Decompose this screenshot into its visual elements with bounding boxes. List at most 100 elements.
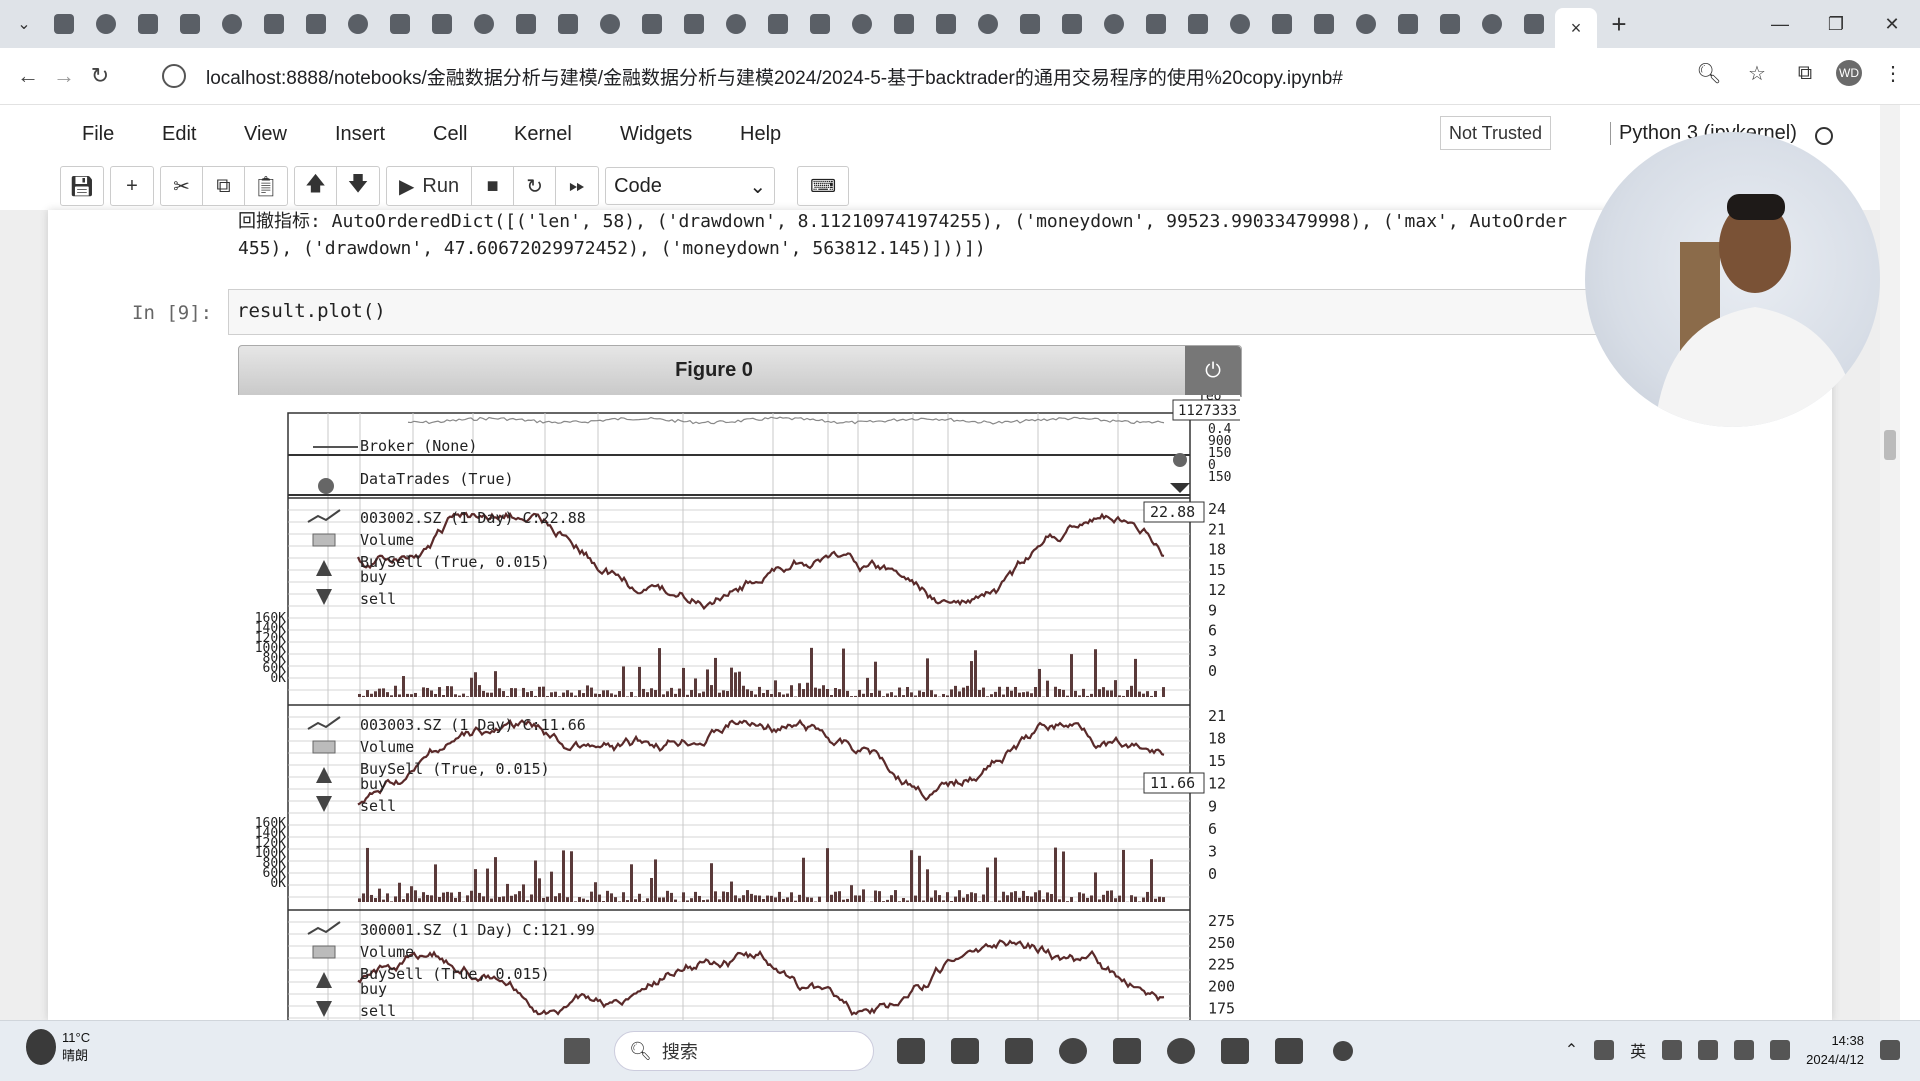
tab-flower-icon[interactable] — [757, 8, 799, 40]
page-scrollbar-thumb[interactable] — [1884, 430, 1896, 460]
tab-github-icon[interactable] — [1009, 8, 1051, 40]
tab-loop-icon[interactable] — [1303, 8, 1345, 40]
file-explorer-icon[interactable] — [997, 1029, 1041, 1073]
tab-cloud-icon[interactable] — [463, 8, 505, 40]
wps-icon[interactable] — [1267, 1029, 1311, 1073]
extensions-puzzle-icon[interactable]: ⧉ — [1788, 56, 1822, 90]
tab-github-icon[interactable] — [799, 8, 841, 40]
menu-help[interactable]: Help — [740, 123, 781, 146]
tab-github-icon[interactable] — [169, 8, 211, 40]
app-icon[interactable] — [1159, 1029, 1203, 1073]
page-scrollbar[interactable] — [1880, 105, 1900, 1020]
reload-icon[interactable]: ↻ — [82, 63, 118, 89]
tab-globe-icon[interactable] — [673, 8, 715, 40]
notification-icon[interactable] — [1880, 1040, 1900, 1060]
tab-github-icon[interactable] — [841, 8, 883, 40]
site-info-icon[interactable] — [162, 64, 186, 88]
tab-bilibili-icon[interactable] — [43, 8, 85, 40]
tab-book-icon[interactable] — [1429, 8, 1471, 40]
menu-edit[interactable]: Edit — [162, 123, 196, 146]
tab-notion-icon[interactable] — [211, 8, 253, 40]
restart-icon[interactable]: ↻ — [514, 167, 556, 205]
tab-simplified-icon[interactable] — [1261, 8, 1303, 40]
terminal-icon[interactable] — [943, 1029, 987, 1073]
menu-widgets[interactable]: Widgets — [620, 123, 692, 146]
tab-message-icon[interactable] — [421, 8, 463, 40]
taskbar-search[interactable]: 🔍︎搜索 — [614, 1031, 874, 1071]
menu-insert[interactable]: Insert — [335, 123, 385, 146]
minimize-button[interactable]: — — [1752, 0, 1808, 48]
forward-arrow-icon[interactable]: → — [46, 63, 82, 89]
keyboard-shortcuts-icon[interactable]: ⌨ — [797, 166, 849, 206]
paste-clipboard-icon[interactable]: 📋︎ — [245, 167, 287, 205]
tab-github-icon[interactable] — [379, 8, 421, 40]
chrome-icon[interactable] — [1051, 1029, 1095, 1073]
menu-file[interactable]: File — [82, 123, 114, 146]
tab-circle-icon[interactable] — [127, 8, 169, 40]
tab-disc-icon[interactable] — [883, 8, 925, 40]
save-icon[interactable]: 💾︎ — [61, 167, 103, 205]
tab-book-icon[interactable] — [1387, 8, 1429, 40]
tab-book-icon[interactable] — [589, 8, 631, 40]
active-tab[interactable]: × — [1555, 8, 1597, 48]
move-down-arrow-icon[interactable]: 🡇 — [337, 167, 379, 205]
zoom-icon[interactable]: 🔍︎ — [1692, 56, 1726, 90]
tab-media2-icon[interactable] — [295, 8, 337, 40]
wifi-icon[interactable] — [1698, 1040, 1718, 1060]
tab-zhihu-icon[interactable] — [967, 8, 1009, 40]
battery-icon[interactable] — [1770, 1040, 1790, 1060]
tab-media-icon[interactable] — [253, 8, 295, 40]
app-icon[interactable] — [1213, 1029, 1257, 1073]
power-stop-icon[interactable]: ⏻ — [1185, 346, 1241, 396]
weather-widget[interactable]: 11°C晴朗 — [26, 1029, 90, 1065]
url-text[interactable]: localhost:8888/notebooks/金融数据分析与建模/金融数据分… — [206, 63, 1343, 90]
profile-avatar[interactable]: WD — [1836, 60, 1862, 86]
close-window-button[interactable]: ✕ — [1864, 0, 1920, 48]
cell-type-select[interactable]: Code⌄ — [605, 167, 775, 205]
tab-figure-icon[interactable] — [547, 8, 589, 40]
back-arrow-icon[interactable]: ← — [10, 63, 46, 89]
tab-zhihu-icon[interactable] — [925, 8, 967, 40]
tab-cloud2-icon[interactable] — [505, 8, 547, 40]
start-windows-icon[interactable] — [555, 1029, 599, 1073]
move-up-arrow-icon[interactable]: 🡅 — [295, 167, 337, 205]
copy-icon[interactable]: ⧉ — [203, 167, 245, 205]
tab-k-app-icon[interactable] — [1219, 8, 1261, 40]
tab-chat-icon[interactable] — [85, 8, 127, 40]
app-tray-icon[interactable] — [1662, 1040, 1682, 1060]
new-tab-button[interactable]: + — [1603, 9, 1635, 40]
tab-book-icon[interactable] — [1345, 8, 1387, 40]
fast-forward-icon[interactable]: ⏩︎ — [556, 167, 598, 205]
stop-square-icon[interactable]: ■ — [472, 167, 514, 205]
tab-kit-icon[interactable] — [715, 8, 757, 40]
tab-c-app-icon[interactable] — [1051, 8, 1093, 40]
ime-indicator[interactable]: 英 — [1630, 1038, 1646, 1062]
tab-globe-icon[interactable] — [1135, 8, 1177, 40]
tab-avatar-icon[interactable] — [631, 8, 673, 40]
menu-kernel[interactable]: Kernel — [514, 123, 572, 146]
chevron-up-icon[interactable]: ⌃ — [1565, 1040, 1578, 1060]
tab-zhihu-icon[interactable] — [1513, 8, 1555, 40]
bookmark-star-icon[interactable]: ☆ — [1740, 56, 1774, 90]
tab-search-chevron-icon[interactable]: ⌄ — [11, 11, 37, 37]
microphone-icon[interactable] — [1594, 1040, 1614, 1060]
speaker-muted-icon[interactable] — [1734, 1040, 1754, 1060]
tab-paw-icon[interactable] — [1471, 8, 1513, 40]
browser-menu-icon[interactable]: ⋮ — [1876, 56, 1910, 90]
run-button[interactable]: ▶Run — [387, 167, 472, 205]
insert-cell-plus-icon[interactable]: + — [111, 167, 153, 205]
clock[interactable]: 14:382024/4/12 — [1806, 1031, 1864, 1069]
task-view-icon[interactable] — [889, 1029, 933, 1073]
code-cell-input[interactable]: result.plot() — [228, 289, 1600, 335]
record-icon[interactable] — [1321, 1029, 1365, 1073]
address-field[interactable]: localhost:8888/notebooks/金融数据分析与建模/金融数据分… — [152, 56, 1717, 96]
tab-m-app-icon[interactable] — [1177, 8, 1219, 40]
tab-aiyou-icon[interactable] — [1093, 8, 1135, 40]
cut-scissors-icon[interactable]: ✂ — [161, 167, 203, 205]
menu-view[interactable]: View — [244, 123, 287, 146]
restore-button[interactable]: ❐ — [1808, 0, 1864, 48]
close-tab-icon[interactable]: × — [1571, 18, 1582, 39]
menu-cell[interactable]: Cell — [433, 123, 467, 146]
tab-fiftyone-icon[interactable] — [337, 8, 379, 40]
code-text[interactable]: result.plot() — [237, 300, 386, 322]
